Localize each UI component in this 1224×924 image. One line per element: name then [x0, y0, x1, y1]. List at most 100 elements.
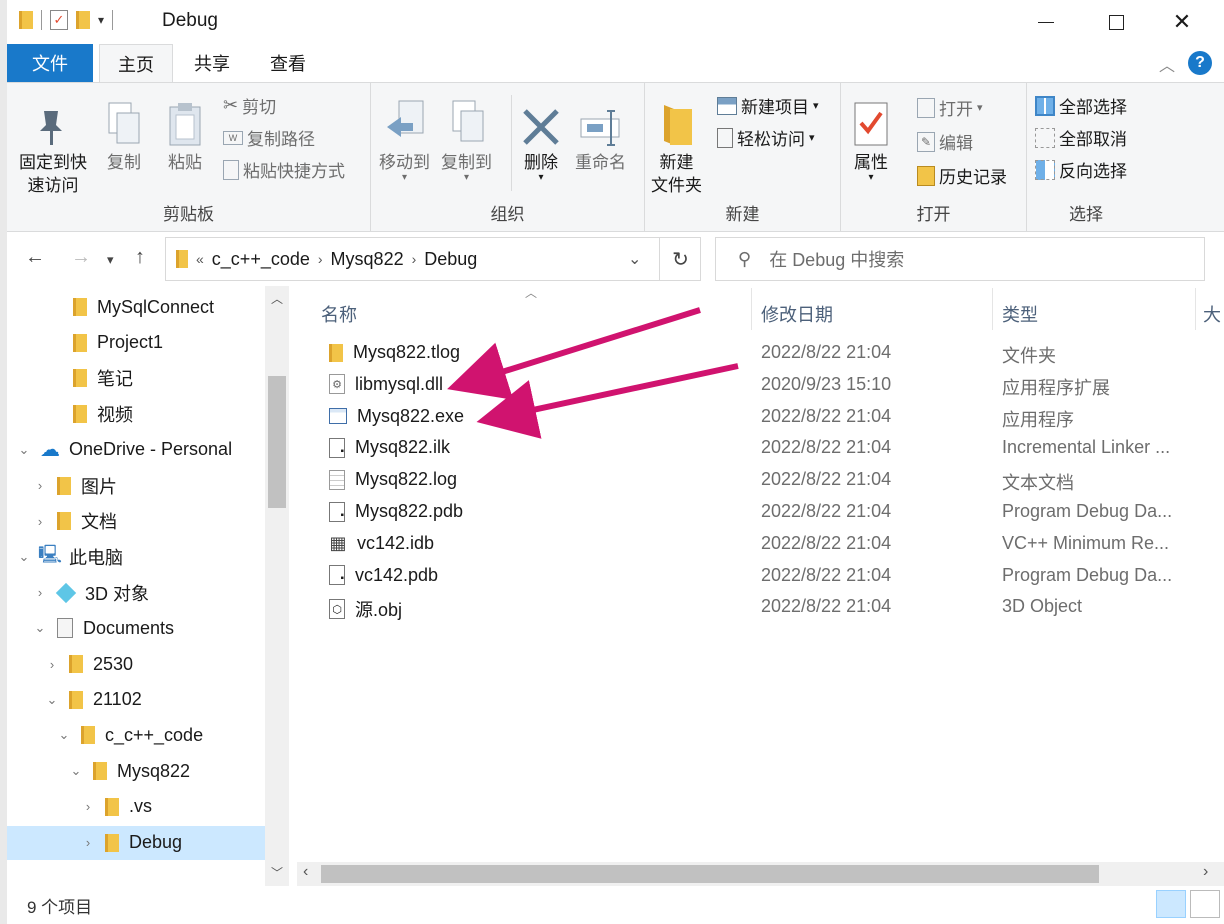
chevron-down-icon[interactable]: ⌄: [67, 763, 85, 779]
paste-shortcut-button[interactable]: 粘贴快捷方式: [223, 157, 345, 182]
chevron-down-icon[interactable]: ⌄: [31, 620, 49, 636]
chevron-right-icon[interactable]: ›: [31, 585, 49, 600]
close-button[interactable]: ✕: [1147, 0, 1217, 44]
scroll-up-icon[interactable]: ︿: [271, 290, 283, 307]
chevron-right-icon[interactable]: ›: [79, 799, 97, 814]
tree-item[interactable]: › 图片: [7, 469, 267, 503]
tree-item[interactable]: ⌄ ☁ OneDrive - Personal: [7, 433, 267, 467]
back-arrow-icon[interactable]: ←: [25, 246, 45, 269]
tree-item[interactable]: Project1: [7, 326, 267, 360]
chevron-right-icon[interactable]: ›: [43, 657, 61, 672]
customize-toolbar-icon[interactable]: ▾: [98, 13, 104, 27]
scroll-left-icon[interactable]: ‹: [303, 863, 308, 881]
scroll-down-icon[interactable]: ﹀: [271, 864, 283, 881]
chevron-right-icon[interactable]: ›: [318, 251, 323, 267]
select-none-button[interactable]: 全部取消: [1035, 125, 1127, 150]
chevron-down-icon[interactable]: ⌄: [43, 692, 61, 708]
tree-item[interactable]: › 3D 对象: [7, 576, 267, 610]
column-header-type[interactable]: 类型: [1002, 294, 1038, 334]
search-box[interactable]: ⚲ 在 Debug 中搜索: [715, 237, 1205, 281]
address-bar[interactable]: « c_c++_code › Mysq822 › Debug ⌄: [165, 237, 701, 281]
paste-button[interactable]: 粘贴: [167, 93, 203, 174]
tree-item[interactable]: ⌄ 🖳 此电脑: [7, 540, 267, 574]
new-folder-button[interactable]: 新建 文件夹: [651, 93, 702, 197]
breadcrumb-debug[interactable]: Debug: [424, 249, 477, 270]
column-header-date[interactable]: 修改日期: [761, 294, 833, 334]
column-header-size[interactable]: 大: [1203, 294, 1221, 334]
scrollbar-thumb[interactable]: [268, 376, 286, 508]
tab-view[interactable]: 查看: [253, 44, 323, 82]
details-view-icon[interactable]: [1156, 890, 1186, 918]
edit-button[interactable]: ✎ 编辑: [917, 129, 973, 154]
file-row[interactable]: Mysq822.exe 2022/8/22 21:04 应用程序: [289, 402, 1224, 434]
large-icons-view-icon[interactable]: [1190, 890, 1220, 918]
nav-vertical-scrollbar[interactable]: ︿ ﹀: [265, 286, 289, 886]
refresh-button[interactable]: ↻: [659, 237, 701, 281]
new-item-button[interactable]: 新建项目 ▾: [717, 93, 819, 118]
column-header-name[interactable]: 名称: [321, 294, 357, 334]
tree-item[interactable]: 视频: [7, 397, 267, 431]
tree-item[interactable]: ⌄ c_c++_code: [7, 718, 267, 752]
properties-check-icon[interactable]: ✓: [50, 10, 68, 30]
tree-item[interactable]: › 文档: [7, 504, 267, 538]
chevron-down-icon[interactable]: ⌄: [15, 442, 33, 458]
scroll-right-icon[interactable]: ›: [1203, 863, 1208, 881]
properties-button[interactable]: 属性 ▾: [853, 93, 889, 183]
select-all-button[interactable]: 全部选择: [1035, 93, 1127, 118]
tree-item[interactable]: ⌄ Mysq822: [7, 754, 267, 788]
copy-path-button[interactable]: W 复制路径: [223, 125, 315, 150]
address-history-chevron-icon[interactable]: ⌄: [628, 249, 641, 269]
maximize-button[interactable]: [1081, 0, 1151, 44]
breadcrumb-overflow[interactable]: «: [196, 251, 204, 267]
copy-button[interactable]: 复制: [105, 93, 143, 174]
file-row[interactable]: Mysq822.log 2022/8/22 21:04 文本文档: [289, 465, 1224, 497]
chevron-right-icon[interactable]: ›: [31, 478, 49, 493]
tab-file[interactable]: 文件: [7, 44, 93, 82]
delete-button[interactable]: 删除 ▾: [521, 93, 561, 183]
tab-home[interactable]: 主页: [99, 44, 173, 83]
help-icon[interactable]: ?: [1188, 51, 1212, 75]
tree-item[interactable]: MySqlConnect: [7, 290, 267, 324]
file-row[interactable]: ⬡ 源.obj 2022/8/22 21:04 3D Object: [289, 592, 1224, 624]
rename-button[interactable]: 重命名: [575, 93, 626, 174]
file-row[interactable]: ▪ Mysq822.ilk 2022/8/22 21:04 Incremental L…: [289, 433, 1224, 465]
easy-access-button[interactable]: 轻松访问 ▾: [717, 125, 815, 150]
chevron-right-icon[interactable]: ›: [31, 514, 49, 529]
tree-item[interactable]: ⌄ Documents: [7, 611, 267, 645]
invert-selection-button[interactable]: 反向选择: [1035, 157, 1127, 182]
file-row[interactable]: Mysq822.tlog 2022/8/22 21:04 文件夹: [289, 338, 1224, 370]
tree-item[interactable]: › 2530: [7, 647, 267, 681]
column-separator[interactable]: [751, 288, 752, 330]
file-row[interactable]: ⚙ libmysql.dll 2020/9/23 15:10 应用程序扩展: [289, 370, 1224, 402]
up-arrow-icon[interactable]: ↑: [135, 246, 145, 269]
history-button[interactable]: 历史记录: [917, 163, 1007, 188]
tree-item[interactable]: ⌄ 21102: [7, 683, 267, 717]
column-separator[interactable]: [992, 288, 993, 330]
file-row[interactable]: ▪ Mysq822.pdb 2022/8/22 21:04 Program Debug…: [289, 497, 1224, 529]
tree-item[interactable]: › .vs: [7, 790, 267, 824]
chevron-down-icon[interactable]: ⌄: [15, 549, 33, 565]
cut-button[interactable]: ✂ 剪切: [223, 93, 276, 118]
breadcrumb-c-cpp-code[interactable]: c_c++_code: [212, 249, 310, 270]
copy-to-button[interactable]: 复制到 ▾: [441, 93, 492, 183]
move-to-button[interactable]: 移动到 ▾: [379, 93, 430, 183]
open-button[interactable]: 打开 ▾: [917, 95, 983, 120]
new-folder-icon[interactable]: [76, 11, 90, 29]
tree-item[interactable]: › Debug: [7, 825, 267, 860]
file-row[interactable]: ▪ vc142.pdb 2022/8/22 21:04 Program Debug D…: [289, 561, 1224, 593]
breadcrumb-mysq822[interactable]: Mysq822: [331, 249, 404, 270]
file-row[interactable]: ▦ vc142.idb 2022/8/22 21:04 VC++ Minimum Re…: [289, 529, 1224, 561]
column-separator[interactable]: [1195, 288, 1196, 330]
recent-locations-chevron-icon[interactable]: ▾: [107, 252, 114, 268]
chevron-right-icon[interactable]: ›: [412, 251, 417, 267]
chevron-down-icon[interactable]: ⌄: [55, 727, 73, 743]
pin-to-quick-access-button[interactable]: 固定到快 速访问: [19, 93, 87, 197]
scrollbar-thumb[interactable]: [321, 865, 1099, 883]
forward-arrow-icon[interactable]: →: [71, 246, 91, 269]
collapse-ribbon-icon[interactable]: ︿: [1159, 52, 1175, 76]
tab-share[interactable]: 共享: [177, 44, 247, 82]
content-horizontal-scrollbar[interactable]: ‹ ›: [297, 862, 1224, 886]
chevron-right-icon[interactable]: ›: [79, 835, 97, 850]
minimize-button[interactable]: [1011, 0, 1081, 44]
tree-item[interactable]: 笔记: [7, 361, 267, 395]
